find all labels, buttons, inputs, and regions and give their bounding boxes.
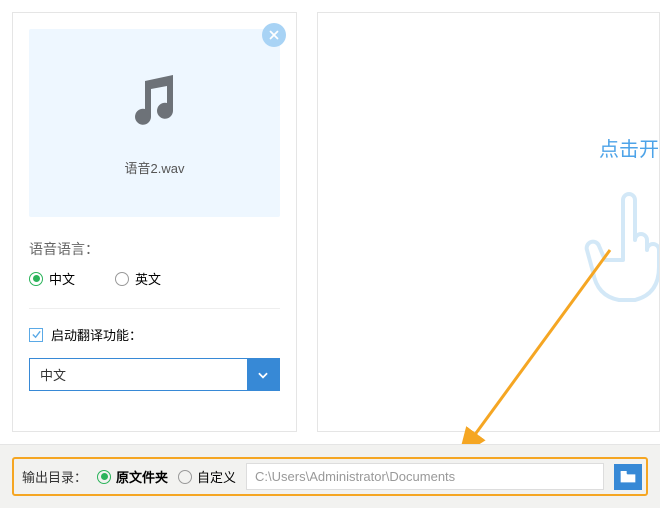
radio-label: 英文 (135, 269, 161, 288)
action-text: 点击开 (599, 133, 659, 162)
action-panel[interactable]: 点击开 (317, 12, 660, 432)
chevron-down-icon (247, 359, 279, 390)
output-path-input[interactable]: C:\Users\Administrator\Documents (246, 463, 604, 490)
settings-panel: 语音2.wav 语音语言： 中文 英文 启动翻译功能： 中文 (12, 12, 297, 432)
radio-custom-folder[interactable]: 自定义 (178, 467, 236, 486)
close-icon (267, 28, 281, 42)
translate-checkbox-row[interactable]: 启动翻译功能： (29, 325, 280, 344)
radio-original-folder[interactable]: 原文件夹 (97, 467, 168, 486)
language-section-label: 语音语言： (29, 239, 280, 259)
divider (29, 308, 280, 309)
remove-file-button[interactable] (262, 23, 286, 47)
select-value: 中文 (30, 359, 247, 390)
language-radio-group: 中文 英文 (29, 269, 280, 288)
browse-folder-button[interactable] (614, 464, 642, 490)
radio-english[interactable]: 英文 (115, 269, 161, 288)
radio-icon (115, 272, 129, 286)
output-bar-container: 输出目录： 原文件夹 自定义 C:\Users\Administrator\Do… (0, 444, 660, 508)
radio-icon (29, 272, 43, 286)
pointer-hand-icon (579, 192, 659, 305)
checkbox-label: 启动翻译功能： (51, 325, 142, 344)
translate-language-select[interactable]: 中文 (29, 358, 280, 391)
checkbox-icon (29, 328, 43, 342)
radio-label: 自定义 (197, 467, 236, 486)
output-label: 输出目录： (22, 467, 87, 486)
output-directory-bar: 输出目录： 原文件夹 自定义 C:\Users\Administrator\Do… (12, 457, 648, 496)
audio-file-card: 语音2.wav (29, 29, 280, 217)
radio-icon (178, 470, 192, 484)
radio-label: 原文件夹 (116, 467, 168, 486)
radio-chinese[interactable]: 中文 (29, 269, 75, 288)
radio-icon (97, 470, 111, 484)
music-note-icon (123, 69, 187, 136)
file-name-label: 语音2.wav (125, 158, 185, 177)
folder-icon (620, 470, 636, 484)
radio-label: 中文 (49, 269, 75, 288)
